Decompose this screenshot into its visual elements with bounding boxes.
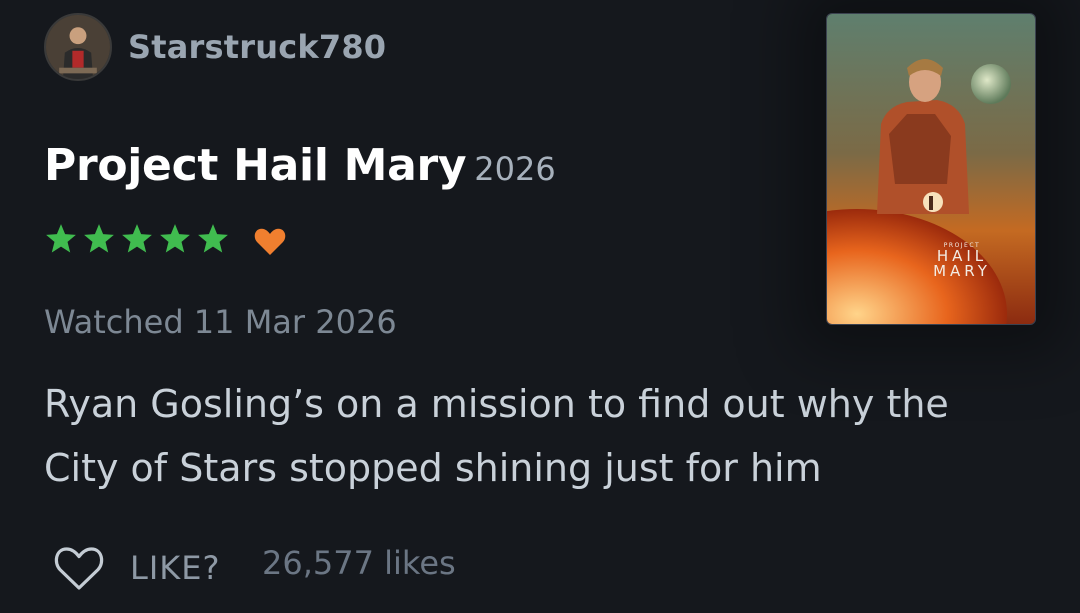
watched-date: Watched 11 Mar 2026: [44, 303, 397, 341]
film-year[interactable]: 2026: [474, 150, 555, 188]
username[interactable]: Starstruck780: [128, 28, 386, 66]
film-title-row: Project Hail Mary 2026: [44, 140, 556, 191]
poster-title-line-2: MARY: [933, 262, 991, 280]
avatar[interactable]: [44, 13, 112, 81]
film-poster[interactable]: PROJECT HAIL MARY: [826, 13, 1036, 325]
review-card: Starstruck780 Project Hail Mary 2026 Watc…: [0, 0, 1080, 613]
heart-outline-icon[interactable]: [52, 544, 106, 592]
like-button[interactable]: LIKE?: [52, 540, 220, 596]
star-icon: [84, 224, 114, 253]
star-icon: [198, 224, 228, 253]
likes-count[interactable]: 26,577 likes: [262, 544, 456, 582]
star-icon: [122, 224, 152, 253]
poster-caption: PROJECT HAIL MARY: [827, 242, 1035, 279]
star-icon: [160, 224, 190, 253]
star-icon: [46, 224, 76, 253]
star-rating: [44, 222, 230, 256]
film-title[interactable]: Project Hail Mary: [44, 140, 467, 191]
like-label[interactable]: LIKE?: [130, 549, 220, 587]
review-text: Ryan Gosling’s on a mission to find out …: [44, 382, 949, 490]
liked-heart-icon: [254, 228, 286, 255]
